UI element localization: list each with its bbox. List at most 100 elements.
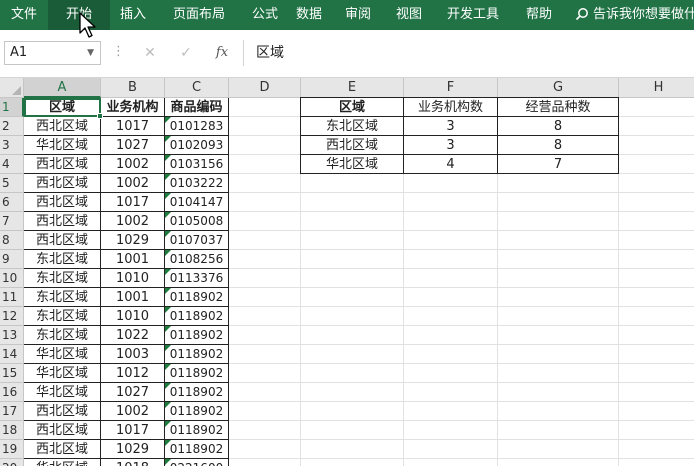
cell[interactable] [498,364,619,383]
row-header[interactable]: 2 [0,117,24,136]
cell[interactable]: 0102093 [165,136,229,155]
column-header[interactable]: F [404,78,498,98]
cell[interactable]: 1018 [101,459,165,466]
cell[interactable]: 东北区域 [24,288,101,307]
cell[interactable] [229,345,301,364]
column-header[interactable]: D [229,78,301,98]
cell[interactable] [301,440,404,459]
cell[interactable]: 1017 [101,193,165,212]
ribbon-tab-0[interactable]: 文件 [0,0,48,30]
cell[interactable]: 0118902 [165,364,229,383]
cell[interactable] [229,364,301,383]
cell[interactable] [301,402,404,421]
cell[interactable] [301,193,404,212]
cell[interactable]: 区域 [301,98,404,117]
cell[interactable] [498,345,619,364]
cell[interactable] [619,269,694,288]
cell[interactable]: 0105008 [165,212,229,231]
cell[interactable] [619,250,694,269]
cell[interactable]: 东北区域 [24,269,101,288]
cell[interactable] [619,440,694,459]
cell[interactable] [498,383,619,402]
cell[interactable]: 0118902 [165,288,229,307]
cell[interactable] [301,364,404,383]
cell[interactable] [229,231,301,250]
cell[interactable]: 西北区域 [24,155,101,174]
cell[interactable]: 0118902 [165,383,229,402]
cell[interactable]: 0118902 [165,402,229,421]
cell[interactable] [498,326,619,345]
cell[interactable] [229,288,301,307]
cell[interactable] [404,193,498,212]
cell[interactable]: 西北区域 [24,193,101,212]
row-header[interactable]: 16 [0,383,24,402]
row-header[interactable]: 13 [0,326,24,345]
cell[interactable]: 8 [498,136,619,155]
cell[interactable] [498,288,619,307]
cell[interactable]: 区域 [24,98,101,117]
cell[interactable] [498,250,619,269]
cell[interactable]: 华北区域 [24,345,101,364]
cell[interactable] [619,136,694,155]
cell[interactable]: 业务机构数 [404,98,498,117]
cell[interactable] [404,421,498,440]
ribbon-tab-7[interactable]: 视图 [386,0,432,30]
cell[interactable]: 西北区域 [24,440,101,459]
cell[interactable]: 0107037 [165,231,229,250]
ribbon-tab-2[interactable]: 插入 [110,0,156,30]
cell[interactable] [498,459,619,466]
cell[interactable]: 业务机构 [101,98,165,117]
cell[interactable]: 1029 [101,440,165,459]
chevron-down-icon[interactable]: ▼ [87,42,94,64]
cell[interactable]: 3 [404,136,498,155]
column-header[interactable]: E [301,78,404,98]
cell[interactable] [404,212,498,231]
cell[interactable] [619,231,694,250]
cell[interactable]: 1029 [101,231,165,250]
cell[interactable] [229,98,301,117]
cancel-icon[interactable]: ✕ [140,43,160,63]
ribbon-tab-8[interactable]: 开发工具 [430,0,516,30]
row-header[interactable]: 11 [0,288,24,307]
cell[interactable]: 东北区域 [24,307,101,326]
cell[interactable] [301,345,404,364]
cell[interactable]: 8 [498,117,619,136]
row-header[interactable]: 14 [0,345,24,364]
cell[interactable]: 西北区域 [301,136,404,155]
cell[interactable] [404,459,498,466]
cell[interactable] [229,269,301,288]
cell[interactable] [404,383,498,402]
cell[interactable] [619,402,694,421]
cell[interactable]: 0103222 [165,174,229,193]
cell[interactable]: 东北区域 [301,117,404,136]
cell[interactable] [498,212,619,231]
cell[interactable]: 1012 [101,364,165,383]
cell[interactable]: 0108256 [165,250,229,269]
row-header[interactable]: 10 [0,269,24,288]
cell[interactable] [301,231,404,250]
row-header[interactable]: 9 [0,250,24,269]
cell[interactable] [229,459,301,466]
row-header[interactable]: 17 [0,402,24,421]
cell[interactable] [498,174,619,193]
cell[interactable] [619,326,694,345]
cell[interactable] [619,364,694,383]
cell[interactable]: 商品编码 [165,98,229,117]
cell[interactable]: 0118902 [165,345,229,364]
column-header[interactable]: C [165,78,229,98]
ribbon-tab-9[interactable]: 帮助 [516,0,562,30]
cell[interactable] [301,250,404,269]
cell[interactable] [229,155,301,174]
cell[interactable] [404,326,498,345]
cell[interactable] [229,402,301,421]
column-header[interactable]: G [498,78,619,98]
cell[interactable]: 4 [404,155,498,174]
cell[interactable] [229,212,301,231]
cell[interactable] [301,421,404,440]
ribbon-tab-1[interactable]: 开始 [48,0,110,30]
row-header[interactable]: 19 [0,440,24,459]
cell[interactable]: 1017 [101,117,165,136]
cell[interactable] [404,364,498,383]
cell[interactable] [301,212,404,231]
name-box[interactable]: A1 ▼ [4,41,101,65]
